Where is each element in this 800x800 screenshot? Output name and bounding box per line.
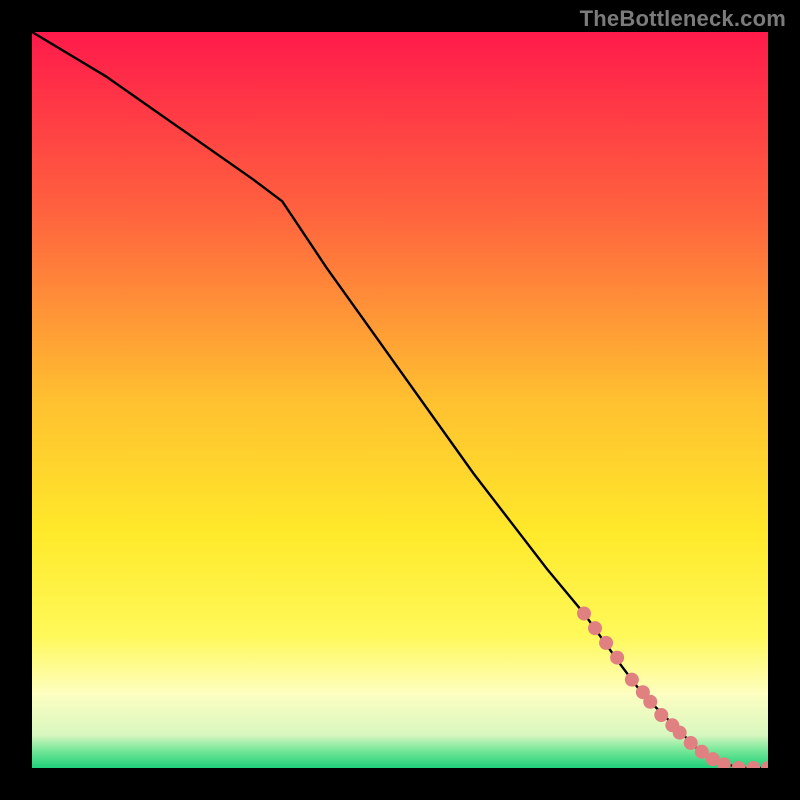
chart-svg [32,32,768,768]
chart-marker [684,736,698,750]
chart-marker [643,695,657,709]
chart-marker [610,651,624,665]
watermark-label: TheBottleneck.com [580,6,786,32]
chart-marker [654,708,668,722]
chart-marker [577,606,591,620]
chart-background [32,32,768,768]
chart-marker [599,636,613,650]
chart-marker [588,621,602,635]
chart-marker [625,673,639,687]
chart-plot-area [32,32,768,768]
chart-marker [673,726,687,740]
chart-stage: TheBottleneck.com [0,0,800,800]
